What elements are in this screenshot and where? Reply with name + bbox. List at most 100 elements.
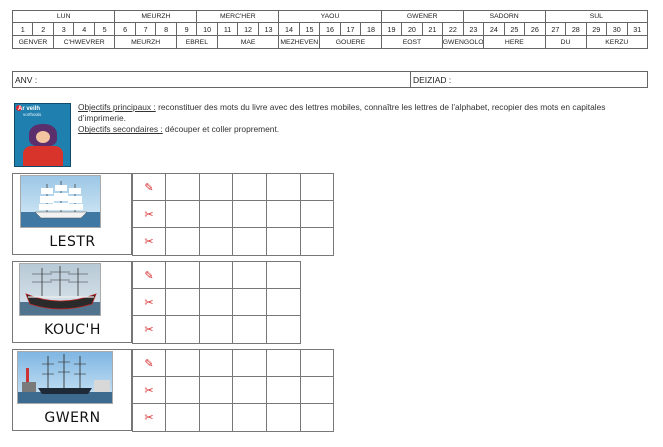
book-cover-image: Ar veilh vorthoüis: [14, 103, 71, 167]
letter-cell[interactable]: [232, 227, 268, 256]
day-number-cell[interactable]: 15: [299, 23, 321, 36]
weekday-cell: SUL: [545, 11, 649, 23]
letter-cell[interactable]: [198, 288, 234, 317]
letter-cell[interactable]: [266, 376, 301, 405]
month-cell[interactable]: C'HWEVRER: [53, 36, 116, 49]
letter-cell[interactable]: [299, 227, 335, 256]
month-cell[interactable]: MAE: [217, 36, 280, 49]
weekday-cell: GWENER: [381, 11, 464, 23]
letter-cell[interactable]: [266, 403, 301, 432]
month-cell[interactable]: MEURZH: [115, 36, 177, 49]
day-number-cell[interactable]: 9: [176, 23, 198, 36]
day-number-cell[interactable]: 2: [33, 23, 54, 36]
letter-cell[interactable]: [165, 403, 200, 432]
month-cell[interactable]: KERZU: [586, 36, 649, 49]
letter-cell[interactable]: [232, 403, 268, 432]
month-cell[interactable]: EBREL: [176, 36, 218, 49]
calendar-header: LUN MEURZH MERC'HER YAOU GWENER SADORN SUL 123…: [12, 10, 649, 49]
secondary-objectives-label: Objectifs secondaires :: [78, 124, 163, 135]
letter-cell[interactable]: [165, 288, 200, 317]
letter-cell[interactable]: [266, 315, 301, 344]
day-number-cell[interactable]: 29: [586, 23, 608, 36]
month-cell[interactable]: GOUERE: [320, 36, 382, 49]
day-number-cell[interactable]: 21: [422, 23, 444, 36]
letter-cell[interactable]: [299, 172, 335, 202]
letter-cell[interactable]: [232, 288, 268, 317]
letter-cell[interactable]: [232, 315, 268, 344]
letter-cell[interactable]: [266, 288, 301, 317]
day-number-cell[interactable]: 3: [53, 23, 75, 36]
pencil-icon: ✎: [132, 260, 166, 290]
weekday-cell: YAOU: [279, 11, 382, 23]
letter-cell[interactable]: [165, 260, 200, 290]
day-number-cell[interactable]: 31: [627, 23, 649, 36]
month-row: GENVER C'HWEVRER MEURZH EBREL MAE MEZHEVEN GOU…: [12, 36, 649, 49]
day-number-cell[interactable]: 23: [463, 23, 485, 36]
letter-cell[interactable]: [266, 200, 301, 229]
letter-cell[interactable]: [266, 260, 301, 290]
date-field[interactable]: DEIZIAD :: [411, 72, 451, 87]
month-cell[interactable]: GENVER: [13, 36, 54, 49]
day-number-cell[interactable]: 10: [197, 23, 218, 36]
day-number-cell[interactable]: 4: [74, 23, 95, 36]
day-number-cell[interactable]: 27: [545, 23, 567, 36]
day-number-cell[interactable]: 24: [484, 23, 505, 36]
day-number-cell[interactable]: 17: [340, 23, 362, 36]
letter-cell[interactable]: [198, 348, 234, 378]
month-cell[interactable]: EOST: [381, 36, 444, 49]
day-number-cell[interactable]: 7: [135, 23, 157, 36]
day-number-cell[interactable]: 12: [238, 23, 259, 36]
letter-cell[interactable]: [299, 200, 335, 229]
name-date-bar: ANV : DEIZIAD :: [12, 71, 648, 88]
letter-cell[interactable]: [232, 200, 268, 229]
letter-cell[interactable]: [198, 227, 234, 256]
day-number-cell[interactable]: 19: [381, 23, 403, 36]
letter-cell[interactable]: [299, 403, 335, 432]
letter-cell[interactable]: [198, 403, 234, 432]
letter-cell[interactable]: [198, 200, 234, 229]
day-number-cell[interactable]: 28: [566, 23, 587, 36]
letter-cell[interactable]: [299, 376, 335, 405]
day-number-cell[interactable]: 1: [13, 23, 34, 36]
letter-cell[interactable]: [165, 348, 200, 378]
day-number-cell[interactable]: 5: [94, 23, 116, 36]
word-card-lestr: LESTR: [12, 173, 132, 255]
day-number-cell[interactable]: 14: [279, 23, 300, 36]
day-number-cell[interactable]: 22: [443, 23, 464, 36]
letter-cell[interactable]: [198, 260, 234, 290]
day-number-cell[interactable]: 30: [607, 23, 628, 36]
letter-cell[interactable]: [232, 172, 268, 202]
month-cell[interactable]: GWENGOLO: [443, 36, 485, 49]
sailing-ship-image: [20, 175, 101, 228]
letter-cell[interactable]: [266, 348, 301, 378]
word-label: GWERN: [44, 410, 101, 426]
letter-cell[interactable]: [266, 227, 301, 256]
letter-cell[interactable]: [165, 315, 200, 344]
letter-cell[interactable]: [232, 348, 268, 378]
letter-cell[interactable]: [165, 200, 200, 229]
day-number-cell[interactable]: 25: [504, 23, 526, 36]
day-number-cell[interactable]: 8: [156, 23, 177, 36]
letter-cell[interactable]: [198, 172, 234, 202]
letter-cell[interactable]: [266, 172, 301, 202]
month-cell[interactable]: DU: [545, 36, 587, 49]
letter-cell[interactable]: [165, 376, 200, 405]
letter-cell[interactable]: [232, 376, 268, 405]
letter-cell[interactable]: [232, 260, 268, 290]
day-number-cell[interactable]: 11: [217, 23, 239, 36]
month-cell[interactable]: HERE: [484, 36, 546, 49]
day-number-cell[interactable]: 20: [402, 23, 423, 36]
letter-cell[interactable]: [165, 172, 200, 202]
day-number-cell[interactable]: 26: [525, 23, 546, 36]
day-number-cell[interactable]: 13: [258, 23, 280, 36]
letter-cell[interactable]: [198, 376, 234, 405]
letter-cell[interactable]: [165, 227, 200, 256]
day-number-cell[interactable]: 6: [115, 23, 136, 36]
day-number-cell[interactable]: 16: [320, 23, 341, 36]
letter-cell[interactable]: [198, 315, 234, 344]
name-field[interactable]: ANV :: [13, 72, 411, 87]
letter-cell[interactable]: [299, 348, 335, 378]
sailing-ship-image: [19, 263, 101, 316]
day-number-cell[interactable]: 18: [361, 23, 382, 36]
month-cell[interactable]: MEZHEVEN: [279, 36, 321, 49]
